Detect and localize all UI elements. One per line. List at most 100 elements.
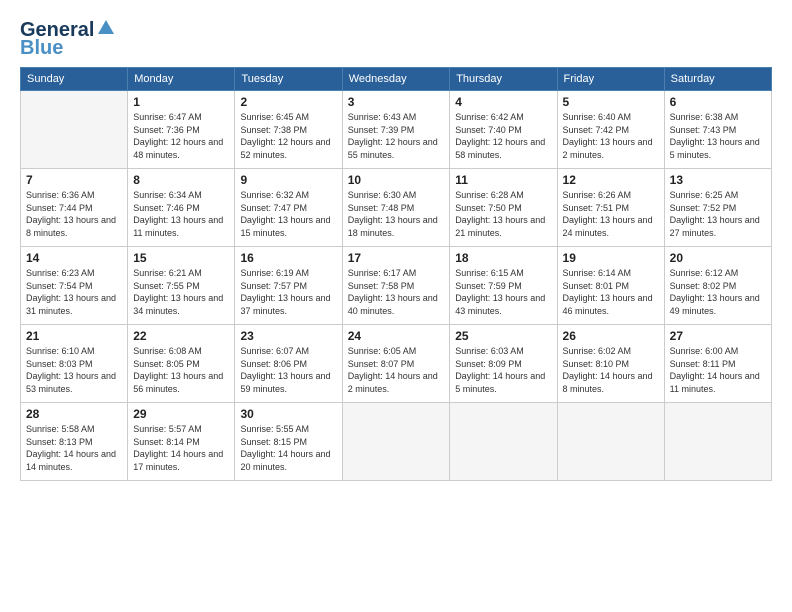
logo-text-blue: Blue xyxy=(20,37,63,59)
day-number: 18 xyxy=(455,251,551,265)
calendar-cell: 20 Sunrise: 6:12 AMSunset: 8:02 PMDayligh… xyxy=(664,247,771,325)
day-info: Sunrise: 6:28 AMSunset: 7:50 PMDaylight:… xyxy=(455,189,551,239)
day-number: 22 xyxy=(133,329,229,343)
week-row-2: 7Sunrise: 6:36 AMSunset: 7:44 PMDaylight… xyxy=(21,169,772,247)
header: General Blue xyxy=(20,18,772,59)
day-info: Sunrise: 5:58 AMSunset: 8:13 PMDaylight:… xyxy=(26,423,122,473)
day-info: Sunrise: 6:43 AMSunset: 7:39 PMDaylight:… xyxy=(348,111,444,161)
week-row-5: 28 Sunrise: 5:58 AMSunset: 8:13 PMDayligh… xyxy=(21,403,772,481)
day-info: Sunrise: 6:08 AMSunset: 8:05 PMDaylight:… xyxy=(133,345,229,395)
day-info: Sunrise: 6:03 AMSunset: 8:09 PMDaylight:… xyxy=(455,345,551,395)
calendar-table: SundayMondayTuesdayWednesdayThursdayFrid… xyxy=(20,67,772,481)
day-info: Sunrise: 6:02 AMSunset: 8:10 PMDaylight:… xyxy=(563,345,659,395)
calendar-cell xyxy=(557,403,664,481)
calendar-header-monday: Monday xyxy=(128,68,235,91)
day-info: Sunrise: 6:05 AMSunset: 8:07 PMDaylight:… xyxy=(348,345,444,395)
calendar-cell: 19 Sunrise: 6:14 AMSunset: 8:01 PMDayligh… xyxy=(557,247,664,325)
day-number: 11 xyxy=(455,173,551,187)
day-info: Sunrise: 6:45 AMSunset: 7:38 PMDaylight:… xyxy=(240,111,336,161)
day-info: Sunrise: 6:40 AMSunset: 7:42 PMDaylight:… xyxy=(563,111,659,161)
calendar-cell: 5 Sunrise: 6:40 AMSunset: 7:42 PMDaylight… xyxy=(557,91,664,169)
day-number: 10 xyxy=(348,173,444,187)
day-number: 4 xyxy=(455,95,551,109)
calendar-cell: 12 Sunrise: 6:26 AMSunset: 7:51 PMDayligh… xyxy=(557,169,664,247)
day-info: Sunrise: 6:38 AMSunset: 7:43 PMDaylight:… xyxy=(670,111,766,161)
day-info: Sunrise: 6:21 AMSunset: 7:55 PMDaylight:… xyxy=(133,267,229,317)
day-number: 8 xyxy=(133,173,229,187)
calendar-cell: 6 Sunrise: 6:38 AMSunset: 7:43 PMDaylight… xyxy=(664,91,771,169)
calendar-cell: 30Sunrise: 5:55 AMSunset: 8:15 PMDayligh… xyxy=(235,403,342,481)
day-info: Sunrise: 6:47 AMSunset: 7:36 PMDaylight:… xyxy=(133,111,229,161)
day-number: 13 xyxy=(670,173,766,187)
calendar-cell: 21 Sunrise: 6:10 AMSunset: 8:03 PMDayligh… xyxy=(21,325,128,403)
calendar-header-friday: Friday xyxy=(557,68,664,91)
day-info: Sunrise: 6:26 AMSunset: 7:51 PMDaylight:… xyxy=(563,189,659,239)
calendar-cell: 15 Sunrise: 6:21 AMSunset: 7:55 PMDayligh… xyxy=(128,247,235,325)
day-number: 25 xyxy=(455,329,551,343)
day-info: Sunrise: 6:17 AMSunset: 7:58 PMDaylight:… xyxy=(348,267,444,317)
day-info: Sunrise: 6:10 AMSunset: 8:03 PMDaylight:… xyxy=(26,345,122,395)
day-info: Sunrise: 6:42 AMSunset: 7:40 PMDaylight:… xyxy=(455,111,551,161)
day-number: 14 xyxy=(26,251,122,265)
calendar-cell: 23 Sunrise: 6:07 AMSunset: 8:06 PMDayligh… xyxy=(235,325,342,403)
calendar-cell: 22 Sunrise: 6:08 AMSunset: 8:05 PMDayligh… xyxy=(128,325,235,403)
calendar-cell: 28 Sunrise: 5:58 AMSunset: 8:13 PMDayligh… xyxy=(21,403,128,481)
day-number: 19 xyxy=(563,251,659,265)
week-row-1: 1 Sunrise: 6:47 AMSunset: 7:36 PMDaylight… xyxy=(21,91,772,169)
week-row-3: 14 Sunrise: 6:23 AMSunset: 7:54 PMDayligh… xyxy=(21,247,772,325)
day-number: 30 xyxy=(240,407,336,421)
calendar-cell: 14 Sunrise: 6:23 AMSunset: 7:54 PMDayligh… xyxy=(21,247,128,325)
day-number: 5 xyxy=(563,95,659,109)
day-number: 28 xyxy=(26,407,122,421)
calendar-cell: 1 Sunrise: 6:47 AMSunset: 7:36 PMDaylight… xyxy=(128,91,235,169)
day-info: Sunrise: 6:25 AMSunset: 7:52 PMDaylight:… xyxy=(670,189,766,239)
calendar-cell xyxy=(342,403,449,481)
calendar-cell: 3 Sunrise: 6:43 AMSunset: 7:39 PMDaylight… xyxy=(342,91,449,169)
calendar-header-row: SundayMondayTuesdayWednesdayThursdayFrid… xyxy=(21,68,772,91)
day-number: 20 xyxy=(670,251,766,265)
calendar-cell: 4 Sunrise: 6:42 AMSunset: 7:40 PMDaylight… xyxy=(450,91,557,169)
day-number: 12 xyxy=(563,173,659,187)
calendar-cell xyxy=(450,403,557,481)
calendar-cell: 25 Sunrise: 6:03 AMSunset: 8:09 PMDayligh… xyxy=(450,325,557,403)
day-number: 17 xyxy=(348,251,444,265)
day-number: 24 xyxy=(348,329,444,343)
calendar-cell: 24 Sunrise: 6:05 AMSunset: 8:07 PMDayligh… xyxy=(342,325,449,403)
day-number: 6 xyxy=(670,95,766,109)
day-number: 27 xyxy=(670,329,766,343)
calendar-header-saturday: Saturday xyxy=(664,68,771,91)
day-info: Sunrise: 6:14 AMSunset: 8:01 PMDaylight:… xyxy=(563,267,659,317)
day-number: 21 xyxy=(26,329,122,343)
page: General Blue SundayMondayTuesdayWednesda… xyxy=(0,0,792,612)
calendar-header-wednesday: Wednesday xyxy=(342,68,449,91)
day-info: Sunrise: 6:15 AMSunset: 7:59 PMDaylight:… xyxy=(455,267,551,317)
calendar-cell: 17 Sunrise: 6:17 AMSunset: 7:58 PMDayligh… xyxy=(342,247,449,325)
day-number: 15 xyxy=(133,251,229,265)
day-info: Sunrise: 6:23 AMSunset: 7:54 PMDaylight:… xyxy=(26,267,122,317)
calendar-cell: 29 Sunrise: 5:57 AMSunset: 8:14 PMDayligh… xyxy=(128,403,235,481)
day-number: 26 xyxy=(563,329,659,343)
day-info: Sunrise: 6:30 AMSunset: 7:48 PMDaylight:… xyxy=(348,189,444,239)
day-info: Sunrise: 5:57 AMSunset: 8:14 PMDaylight:… xyxy=(133,423,229,473)
calendar-cell: 13 Sunrise: 6:25 AMSunset: 7:52 PMDayligh… xyxy=(664,169,771,247)
day-number: 1 xyxy=(133,95,229,109)
day-info: Sunrise: 6:12 AMSunset: 8:02 PMDaylight:… xyxy=(670,267,766,317)
day-number: 29 xyxy=(133,407,229,421)
calendar-cell: 2 Sunrise: 6:45 AMSunset: 7:38 PMDaylight… xyxy=(235,91,342,169)
calendar-cell: 16Sunrise: 6:19 AMSunset: 7:57 PMDayligh… xyxy=(235,247,342,325)
week-row-4: 21 Sunrise: 6:10 AMSunset: 8:03 PMDayligh… xyxy=(21,325,772,403)
day-info: Sunrise: 6:00 AMSunset: 8:11 PMDaylight:… xyxy=(670,345,766,395)
logo: General Blue xyxy=(20,18,115,59)
day-number: 23 xyxy=(240,329,336,343)
calendar-cell xyxy=(664,403,771,481)
day-number: 3 xyxy=(348,95,444,109)
day-number: 7 xyxy=(26,173,122,187)
day-info: Sunrise: 6:07 AMSunset: 8:06 PMDaylight:… xyxy=(240,345,336,395)
calendar-cell: 26 Sunrise: 6:02 AMSunset: 8:10 PMDayligh… xyxy=(557,325,664,403)
logo-triangle-icon xyxy=(97,18,115,41)
calendar-header-sunday: Sunday xyxy=(21,68,128,91)
day-number: 9 xyxy=(240,173,336,187)
calendar-cell: 9Sunrise: 6:32 AMSunset: 7:47 PMDaylight… xyxy=(235,169,342,247)
day-number: 2 xyxy=(240,95,336,109)
day-number: 16 xyxy=(240,251,336,265)
